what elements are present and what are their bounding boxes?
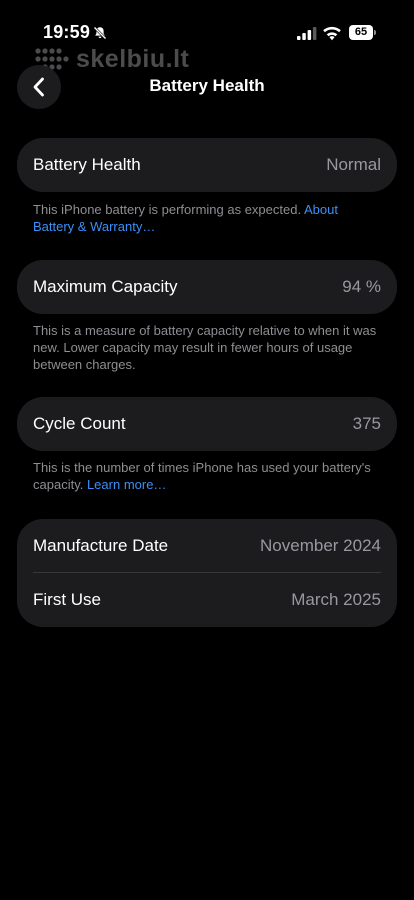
maximum-capacity-row: Maximum Capacity 94 % [17,260,397,314]
battery-health-label: Battery Health [33,155,141,174]
cycle-count-label: Cycle Count [33,414,126,433]
first-use-value: March 2025 [291,590,381,609]
battery-cap [374,30,376,35]
wifi-icon [323,26,341,41]
battery-health-footnote: This iPhone battery is performing as exp… [33,201,378,235]
manufacture-date-value: November 2024 [260,536,381,555]
cycle-count-value: 375 [352,414,381,433]
learn-more-link[interactable]: Learn more… [87,477,166,492]
manufacture-date-label: Manufacture Date [33,536,169,555]
cycle-count-footnote-text: This is the number of times iPhone has u… [33,460,371,492]
maximum-capacity-value: 94 % [342,277,381,296]
battery-level: 65 [349,25,373,40]
maximum-capacity-label: Maximum Capacity [33,277,178,296]
dates-card: Manufacture Date November 2024 First Use… [17,519,397,627]
battery-health-card: Battery Health Normal [17,138,397,192]
bell-slash-icon [93,26,107,40]
maximum-capacity-footnote: This is a measure of battery capacity re… [33,323,377,372]
manufacture-date-row: Manufacture Date November 2024 [17,519,397,573]
watermark: skelbiu.lt [34,44,189,74]
first-use-row: First Use March 2025 [17,573,397,627]
maximum-capacity-card: Maximum Capacity 94 % [17,260,397,314]
cycle-count-footnote: This is the number of times iPhone has u… [33,459,378,493]
status-time: 19:59 [43,22,91,42]
cycle-count-card: Cycle Count 375 [17,397,397,451]
cellular-signal-icon [297,27,317,40]
battery-health-value: Normal [326,155,381,174]
first-use-label: First Use [33,590,101,609]
cycle-count-row: Cycle Count 375 [17,397,397,451]
battery-icon: 65 [349,25,377,40]
watermark-text: skelbiu.lt [76,44,190,73]
battery-health-row: Battery Health Normal [17,138,397,192]
page-title: Battery Health [149,76,265,95]
battery-health-footnote-text: This iPhone battery is performing as exp… [33,202,304,217]
